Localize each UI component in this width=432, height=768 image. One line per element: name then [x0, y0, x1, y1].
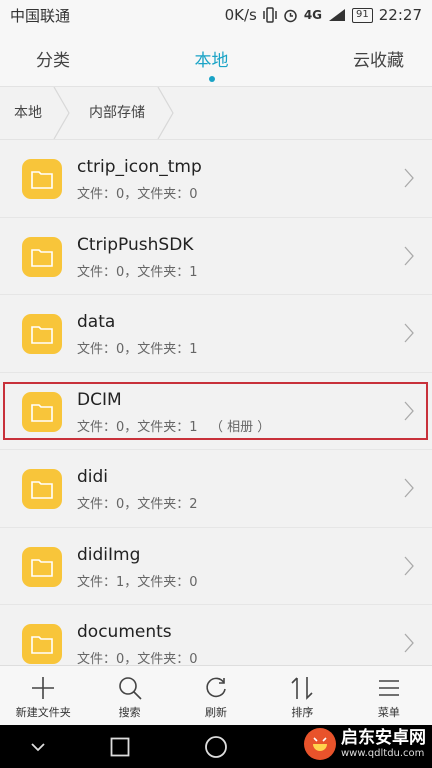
search-icon: [118, 677, 142, 700]
refresh-icon: [206, 677, 226, 698]
watermark-logo-icon: [304, 728, 336, 760]
plus-icon: [32, 677, 55, 699]
breadcrumb-internal-storage[interactable]: 内部存储: [89, 87, 145, 139]
chevron-right-icon: [404, 246, 414, 265]
file-meta: 文件：0，文件夹：2: [77, 497, 198, 512]
file-name: CtripPushSDK: [77, 234, 194, 255]
tab-category[interactable]: 分类: [36, 46, 70, 71]
file-list: ctrip_icon_tmp 文件：0，文件夹：0 CtripPushSDK 文…: [0, 140, 432, 665]
breadcrumb-local[interactable]: 本地: [14, 87, 42, 139]
file-list-item[interactable]: didi 文件：0，文件夹：2: [0, 450, 432, 528]
file-list-item[interactable]: CtripPushSDK 文件：0，文件夹：1: [0, 217, 432, 295]
circle-icon: [205, 735, 227, 758]
file-meta: 文件：0，文件夹：1: [77, 342, 198, 357]
chevron-right-icon: [404, 633, 414, 653]
file-meta: 文件：0，文件夹：1: [77, 264, 198, 280]
new-folder-button[interactable]: 新建文件夹: [0, 666, 86, 725]
vibrate-icon: [263, 7, 277, 23]
network-speed: 0K/s: [224, 6, 257, 24]
square-icon: [110, 737, 130, 756]
network-type: 4G: [303, 8, 323, 22]
chevron-right-icon: [404, 556, 414, 575]
menu-icon: [378, 680, 399, 696]
battery-indicator: 91: [352, 7, 373, 23]
menu-button[interactable]: 菜单: [346, 666, 432, 725]
refresh-button[interactable]: 刷新: [173, 666, 259, 725]
bottom-action-bar: 新建文件夹 搜索 刷新 排序 菜单: [0, 665, 432, 725]
folder-icon: [22, 624, 62, 664]
search-button[interactable]: 搜索: [86, 666, 172, 725]
action-label: 排序: [291, 706, 314, 719]
status-bar: 中国联通 0K/s 4G 91 22:27: [0, 0, 432, 30]
file-name: ctrip_icon_tmp: [77, 157, 202, 177]
sort-icon: [291, 677, 313, 700]
file-list-item[interactable]: DCIM 文件：0，文件夹：1 （ 相册 ）: [0, 372, 432, 450]
signal-icon: [329, 9, 346, 21]
file-meta: 文件：0，文件夹：0: [77, 652, 198, 665]
folder-icon: [22, 314, 62, 354]
action-label: 搜索: [118, 706, 141, 719]
file-name: didi: [77, 467, 109, 487]
breadcrumb-separator-icon: [157, 87, 174, 139]
breadcrumb: 本地 内部存储: [0, 86, 432, 140]
carrier-label: 中国联通: [10, 6, 71, 25]
chevron-right-icon: [404, 478, 414, 498]
sort-button[interactable]: 排序: [259, 666, 345, 725]
file-list-item[interactable]: documents 文件：0，文件夹：0: [0, 605, 432, 665]
folder-icon: [22, 469, 62, 509]
action-label: 刷新: [205, 706, 228, 719]
folder-icon: [22, 546, 62, 587]
file-meta: 文件：0，文件夹：0: [77, 187, 198, 202]
alarm-icon: [284, 9, 297, 22]
chevron-right-icon: [404, 323, 414, 343]
file-name: DCIM: [77, 389, 122, 410]
watermark-url: www.qdltdu.com: [341, 748, 425, 759]
active-tab-indicator: [208, 75, 215, 82]
file-name: data: [77, 312, 116, 332]
folder-icon: [22, 391, 62, 432]
file-list-item[interactable]: didiImg 文件：1，文件夹：0: [0, 527, 432, 605]
back-button[interactable]: [8, 725, 68, 768]
breadcrumb-separator-icon: [53, 87, 70, 139]
clock: 22:27: [378, 6, 422, 24]
home-button[interactable]: [186, 725, 246, 768]
file-meta: 文件：0，文件夹：1 （ 相册 ）: [77, 419, 271, 435]
action-label: 菜单: [377, 706, 400, 719]
action-label: 新建文件夹: [15, 706, 71, 719]
file-meta: 文件：1，文件夹：0: [77, 574, 198, 590]
file-list-item[interactable]: data 文件：0，文件夹：1: [0, 295, 432, 373]
folder-icon: [22, 236, 62, 277]
watermark-title: 启东安卓网: [341, 728, 426, 748]
tab-bar: 分类 本地 云收藏: [0, 30, 432, 86]
chevron-right-icon: [404, 401, 414, 420]
chevron-down-icon: [31, 742, 45, 751]
file-list-item[interactable]: ctrip_icon_tmp 文件：0，文件夹：0: [0, 140, 432, 218]
chevron-right-icon: [404, 168, 414, 188]
watermark: 启东安卓网 www.qdltdu.com: [303, 727, 426, 761]
folder-icon: [22, 159, 62, 199]
recent-apps-button[interactable]: [90, 725, 150, 768]
tab-local[interactable]: 本地: [195, 46, 229, 82]
file-name: documents: [77, 622, 172, 642]
tab-cloud-favorites[interactable]: 云收藏: [353, 46, 404, 71]
file-name: didiImg: [77, 544, 141, 565]
status-icons: 0K/s 4G 91 22:27: [225, 6, 422, 24]
